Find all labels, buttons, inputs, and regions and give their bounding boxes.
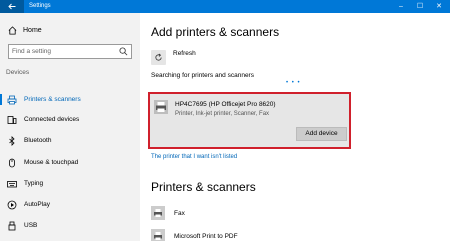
window-title: Settings [29, 3, 51, 9]
autoplay-icon [7, 200, 17, 210]
sidebar-item-label: Printers & scanners [24, 96, 81, 103]
progress-dots: • • • [286, 80, 301, 86]
title-bar: Settings – ☐ ✕ [0, 0, 450, 13]
close-button[interactable]: ✕ [432, 0, 446, 13]
section-label-devices: Devices [6, 69, 30, 76]
sidebar-item-autoplay[interactable]: AutoPlay [0, 197, 140, 212]
search-icon[interactable] [119, 47, 128, 56]
sidebar-item-label: Bluetooth [24, 137, 52, 144]
searching-status: Searching for printers and scanners [151, 72, 254, 79]
printers-scanners-heading: Printers & scanners [151, 180, 256, 194]
home-icon [8, 25, 17, 35]
sidebar-item-mouse-touchpad[interactable]: Mouse & touchpad [0, 155, 140, 170]
device-type: Printer, Ink-jet printer, Scanner, Fax [175, 111, 270, 117]
printer-not-listed-link[interactable]: The printer that I want isn't listed [151, 154, 237, 160]
sidebar-item-label: USB [24, 222, 38, 229]
printer-name: Fax [174, 209, 185, 217]
sidebar-item-connected-devices[interactable]: Connected devices [0, 112, 140, 127]
search-placeholder: Find a setting [12, 48, 52, 55]
refresh-button[interactable] [151, 50, 166, 65]
home-nav-item[interactable]: Home [8, 23, 42, 37]
minimize-button[interactable]: – [394, 0, 408, 13]
connected-devices-icon [7, 115, 17, 125]
printer-list-item[interactable]: Fax [151, 206, 185, 220]
mouse-icon [7, 158, 17, 168]
home-label: Home [23, 26, 42, 34]
printer-list-item[interactable]: Microsoft Print to PDF [151, 229, 238, 241]
keyboard-icon [7, 179, 17, 189]
main-content: Add printers & scanners Refresh Searchin… [140, 13, 450, 241]
refresh-label[interactable]: Refresh [173, 50, 196, 57]
printer-icon [154, 100, 168, 114]
search-input[interactable]: Find a setting [8, 44, 132, 59]
add-printers-heading: Add printers & scanners [151, 25, 280, 39]
printer-icon [151, 229, 165, 241]
sidebar-item-typing[interactable]: Typing [0, 176, 140, 191]
device-name: HP4C7695 (HP Officejet Pro 8620) [175, 101, 276, 108]
found-device-card[interactable]: HP4C7695 (HP Officejet Pro 8620) Printer… [148, 92, 351, 149]
refresh-icon [155, 53, 162, 61]
sidebar-item-usb[interactable]: USB [0, 218, 140, 233]
fax-icon [151, 206, 165, 220]
back-button[interactable] [0, 0, 24, 13]
sidebar-item-bluetooth[interactable]: Bluetooth [0, 133, 140, 148]
sidebar-item-printers-scanners[interactable]: Printers & scanners [0, 92, 140, 107]
maximize-button[interactable]: ☐ [413, 0, 427, 13]
printer-name: Microsoft Print to PDF [174, 232, 238, 240]
sidebar-item-label: Mouse & touchpad [24, 159, 79, 166]
bluetooth-icon [7, 135, 17, 146]
usb-icon [7, 221, 17, 231]
sidebar-item-label: Typing [24, 180, 44, 187]
add-device-button[interactable]: Add device [296, 127, 347, 141]
sidebar-item-label: AutoPlay [24, 201, 51, 208]
printer-icon [7, 95, 17, 105]
sidebar-item-label: Connected devices [24, 116, 80, 123]
back-arrow-icon [8, 3, 16, 10]
sidebar: Home Find a setting Devices Printers & s… [0, 13, 140, 241]
